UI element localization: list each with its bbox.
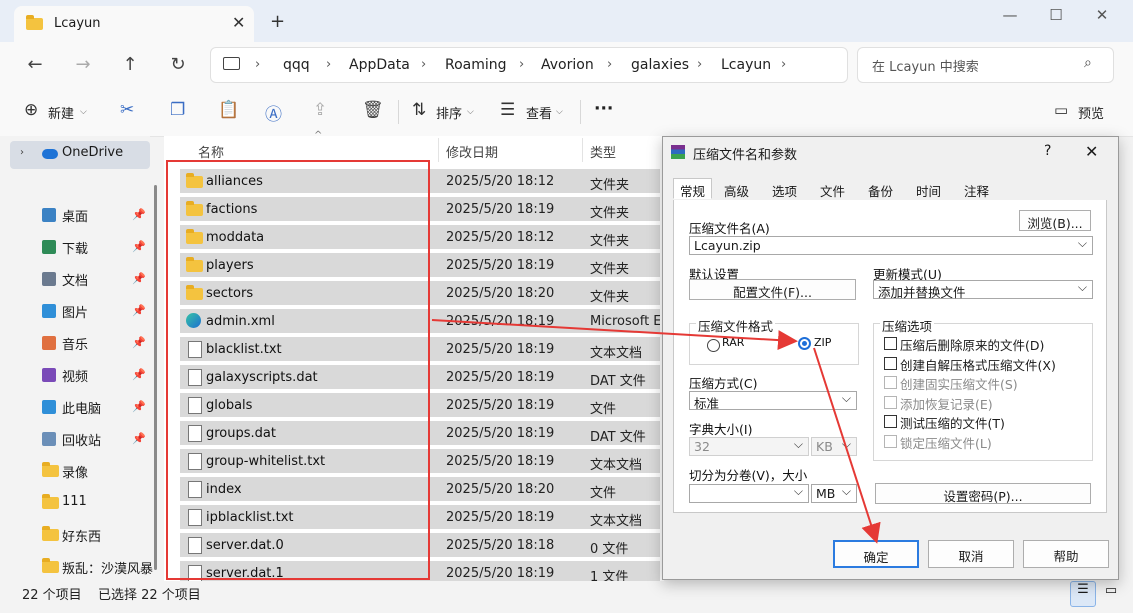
- arrow-to-zip: [431, 319, 798, 351]
- annotation-arrows: [431, 319, 881, 544]
- arrow-to-ok: [813, 347, 881, 544]
